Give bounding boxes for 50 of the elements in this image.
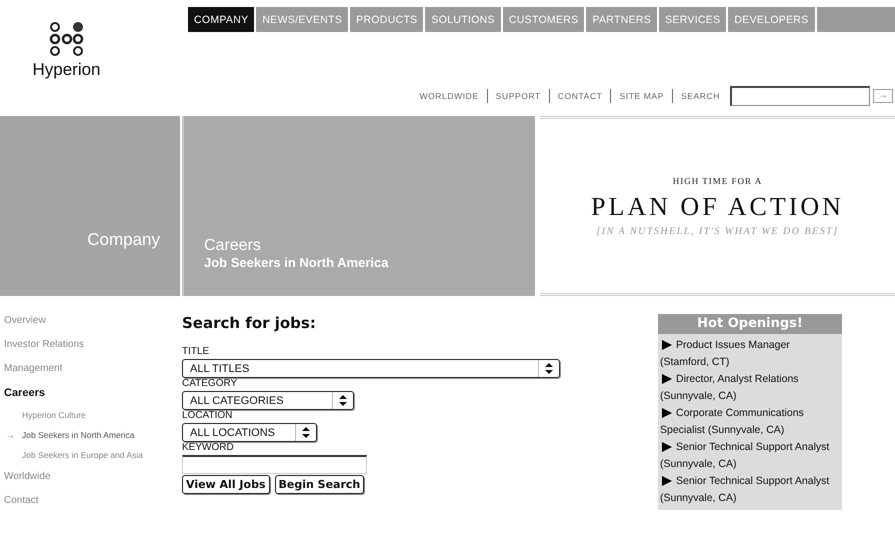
job-link[interactable]: Senior Technical Support Analyst (Sunnyvale, CA) — [660, 439, 840, 473]
dropdown[interactable]: ALL TITLES — [182, 359, 560, 378]
promo-headline: PLAN OF ACTION — [591, 192, 844, 222]
page-subtitle: Job Seekers in North America — [204, 255, 390, 270]
sidebar-item[interactable]: Overview — [4, 314, 182, 338]
field-label: KEYWORD — [182, 442, 234, 455]
panel-title: Hot Openings! — [658, 314, 842, 334]
triangle-icon — [662, 340, 672, 350]
sidebar-item[interactable]: Investor Relations — [4, 338, 182, 362]
stepper-icon — [545, 363, 553, 374]
job-link[interactable]: Product Issues Manager (Stamford, CT) — [660, 337, 840, 371]
sidebar-item[interactable]: Worldwide — [4, 470, 182, 494]
field-label: LOCATION — [182, 410, 232, 423]
stepper-icon — [302, 427, 310, 438]
promo-kicker: HIGH TIME FOR A — [672, 176, 762, 186]
nav-tab[interactable]: COMPANY — [188, 7, 254, 32]
job-link[interactable]: Senior Technical Support Analyst (Sunnyvale, CA) — [660, 473, 840, 507]
sidebar-subitem[interactable]: Job Seekers in North America — [22, 430, 134, 440]
promo-tagline: [IN A NUTSHELL, IT'S WHAT WE DO BEST] — [596, 226, 839, 236]
stepper-icon — [339, 395, 347, 406]
field-label: CATEGORY — [182, 378, 238, 391]
search-button[interactable]: → — [873, 89, 893, 103]
sidebar-subitem[interactable]: Job Seekers in Europe and Asia — [22, 450, 143, 460]
keyword-field[interactable] — [182, 455, 367, 474]
form-button[interactable]: View All Jobs — [182, 475, 270, 494]
utility-link[interactable]: CONTACT — [550, 91, 610, 101]
page-title: Careers — [204, 237, 262, 255]
utility-link[interactable]: SUPPORT — [488, 91, 549, 101]
triangle-icon — [662, 408, 672, 418]
dropdown[interactable]: ALL LOCATIONS — [182, 423, 317, 442]
logo-wordmark[interactable]: Hyperion — [32, 60, 101, 80]
sidebar-subitem[interactable]: Hyperion Culture — [22, 410, 86, 420]
current-marker: → — [6, 430, 15, 440]
utility-link[interactable]: WORLDWIDE — [411, 91, 487, 101]
utility-link[interactable]: SITE MAP — [611, 91, 672, 101]
section-title: Company — [87, 230, 160, 250]
job-link[interactable]: Corporate Communications Specialist (Sunnyvale, CA) — [660, 405, 840, 439]
dropdown[interactable]: ALL CATEGORIES — [182, 391, 354, 410]
sidebar-item[interactable]: Contact — [4, 494, 182, 518]
triangle-icon — [662, 442, 672, 452]
sidebar-item[interactable]: Careers — [4, 386, 182, 410]
form-button[interactable]: Begin Search — [274, 475, 364, 494]
sidebar-item[interactable]: Management — [4, 362, 182, 386]
search-field[interactable] — [730, 86, 870, 106]
utility-link[interactable]: SEARCH — [672, 91, 728, 101]
field-label: TITLE — [182, 346, 210, 359]
job-link[interactable]: Director, Analyst Relations (Sunnyvale, CA) — [660, 371, 840, 405]
form-heading: Search for jobs: — [182, 314, 316, 332]
triangle-icon — [662, 476, 672, 486]
triangle-icon — [662, 374, 672, 384]
